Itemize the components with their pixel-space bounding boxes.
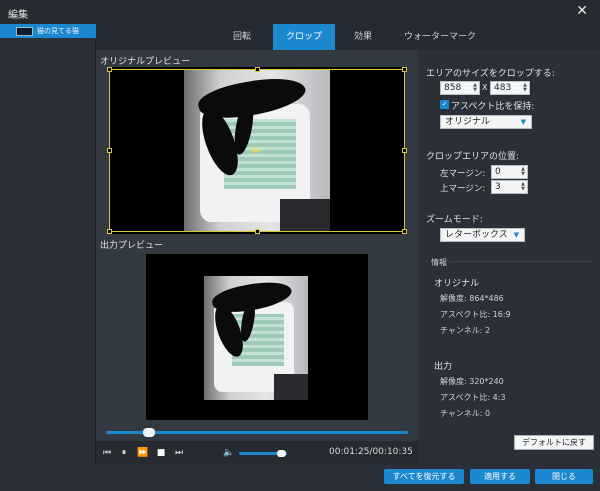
original-info-heading: オリジナル [434,279,480,289]
crop-handle-right[interactable] [402,148,407,153]
keep-aspect-checkbox[interactable]: ✓ [440,100,449,109]
spin-arrows-icon[interactable]: ▲ ▼ [520,167,526,177]
output-preview [146,254,368,420]
keep-aspect-label: アスペクト比を保持: [451,102,535,112]
reset-default-button[interactable]: デフォルトに戻す [514,435,594,450]
left-margin-label: 左マージン: [440,169,486,179]
video-thumbnail [16,26,33,36]
original-preview-label: オリジナルプレビュー [100,57,191,67]
tab-effects[interactable]: 効果 [334,24,392,50]
top-margin-label: 上マージン: [440,184,486,194]
crop-handle-bottom[interactable] [255,229,260,234]
tab-watermark[interactable]: ウォーターマーク [392,24,488,50]
title-bar: 編集 ✕ [0,0,600,24]
seek-handle[interactable] [143,428,155,437]
crop-handle-top-left[interactable] [107,67,112,72]
crop-center-crosshair-icon[interactable]: + [250,144,262,158]
info-heading: 情報 [428,257,450,268]
crop-height-input[interactable]: 483 ▲ ▼ [490,81,530,95]
playback-time: 00:01:25/00:10:35 [329,447,413,457]
spin-arrows-icon[interactable]: ▲ ▼ [520,182,526,192]
aspect-ratio-select[interactable]: オリジナル ▼ [440,115,532,129]
apply-button[interactable]: 適用する [470,469,530,484]
chevron-down-icon: ▼ [520,118,526,126]
close-button[interactable]: 閉じる [535,469,593,484]
size-separator: X [482,83,488,92]
file-name: 猫の見てる猫 [37,27,79,35]
tab-rotate[interactable]: 回転 [210,24,274,50]
left-margin-input[interactable]: 0 ▲ ▼ [491,165,528,179]
output-video-frame [204,276,308,400]
divider [426,261,594,262]
edit-tabs: 回転 クロップ 効果 ウォーターマーク [96,24,600,50]
file-list-sidebar: 猫の見てる猫 [0,24,96,491]
stop-icon[interactable]: ■ [154,445,168,461]
zoom-mode-label: ズームモード: [426,215,483,225]
player-controls: ⏮ ⏸ ⏩ ■ ⏭ 🔈 00:01:25/00:10:35 [96,441,418,465]
spin-arrows-icon[interactable]: ▲ ▼ [522,83,528,93]
output-aspect-ratio: アスペクト比: 4:3 [440,393,506,402]
crop-position-label: クロップエリアの位置: [426,152,520,162]
crop-settings-panel: エリアのサイズをクロップする: 858 ▲ ▼ X 483 ▲ ▼ ✓ アスペクト比を保… [418,50,600,465]
output-channels: チャンネル: 0 [440,409,491,418]
crop-handle-bottom-right[interactable] [402,229,407,234]
file-list-item[interactable]: 猫の見てる猫 [0,24,96,38]
volume-icon[interactable]: 🔈 [222,445,236,461]
fast-forward-icon[interactable]: ⏩ [136,445,150,461]
original-resolution: 解像度: 864*486 [440,294,504,303]
original-channels: チャンネル: 2 [440,326,491,335]
original-aspect-ratio: アスペクト比: 16:9 [440,310,511,319]
crop-width-input[interactable]: 858 ▲ ▼ [440,81,480,95]
preview-area: オリジナルプレビュー + 出力プレビュー [96,50,418,441]
skip-next-icon[interactable]: ⏭ [172,445,186,461]
top-margin-input[interactable]: 3 ▲ ▼ [491,180,528,194]
volume-handle[interactable] [277,450,286,457]
pause-icon[interactable]: ⏸ [117,445,131,461]
chevron-down-icon: ▼ [513,231,519,239]
crop-handle-top[interactable] [255,67,260,72]
skip-previous-icon[interactable]: ⏮ [100,445,114,461]
crop-area-label: エリアのサイズをクロップする: [426,69,555,79]
crop-handle-top-right[interactable] [402,67,407,72]
window-title: 編集 [8,10,28,21]
spin-arrows-icon[interactable]: ▲ ▼ [472,83,478,93]
original-preview: + [107,67,407,234]
zoom-mode-select[interactable]: レターボックス ▼ [440,228,525,242]
output-resolution: 解像度: 320*240 [440,377,504,386]
output-info-heading: 出力 [434,362,453,372]
dialog-footer: すべてを復元する 適用する 閉じる [0,465,600,491]
restore-all-button[interactable]: すべてを復元する [384,469,464,484]
output-preview-label: 出力プレビュー [100,241,164,251]
tab-crop[interactable]: クロップ [273,24,335,50]
crop-handle-bottom-left[interactable] [107,229,112,234]
close-icon[interactable]: ✕ [576,4,588,18]
crop-handle-left[interactable] [107,148,112,153]
